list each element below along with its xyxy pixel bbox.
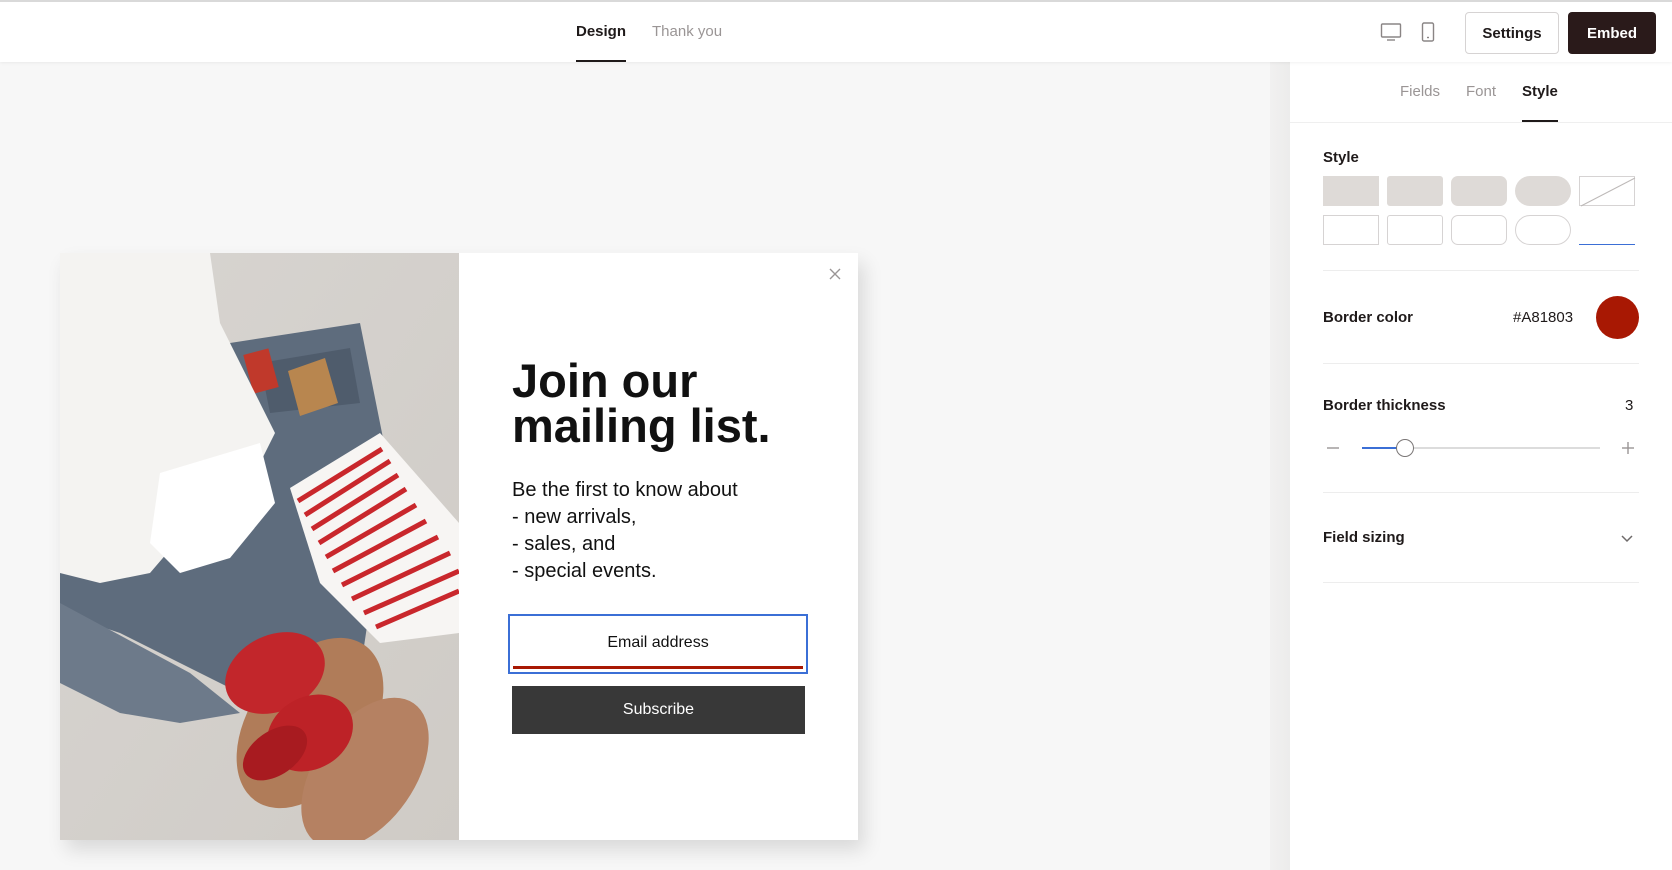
- body-line: - special events.: [512, 560, 657, 582]
- tab-style[interactable]: Style: [1522, 62, 1558, 122]
- close-icon[interactable]: [828, 267, 842, 281]
- style-option-outline-square[interactable]: [1323, 215, 1379, 245]
- style-option-filled-round[interactable]: [1451, 176, 1507, 206]
- panel-tabs: Fields Font Style: [1400, 62, 1558, 122]
- none-slash-icon: [1580, 177, 1636, 207]
- popup-content: Join our mailing list. Be the first to k…: [459, 253, 858, 840]
- border-thickness-value: 3: [1625, 397, 1634, 414]
- slider-thumb[interactable]: [1396, 439, 1414, 457]
- body-line: - new arrivals,: [512, 506, 637, 528]
- canvas-edge: [1270, 62, 1290, 870]
- style-option-outline-round[interactable]: [1451, 215, 1507, 245]
- style-option-filled-slight-round[interactable]: [1387, 176, 1443, 206]
- border-color-swatch[interactable]: [1596, 296, 1639, 339]
- body-line: Be the first to know about: [512, 479, 738, 501]
- embed-button[interactable]: Embed: [1568, 12, 1656, 54]
- field-sizing-label[interactable]: Field sizing: [1323, 529, 1405, 546]
- style-option-filled-pill[interactable]: [1515, 176, 1571, 206]
- headline-line-1: Join our: [512, 354, 698, 407]
- style-option-filled-square[interactable]: [1323, 176, 1379, 206]
- plus-icon[interactable]: [1621, 441, 1635, 460]
- chevron-down-icon[interactable]: [1620, 531, 1634, 550]
- tab-font[interactable]: Font: [1466, 62, 1496, 122]
- headline-line-2: mailing list.: [512, 399, 771, 452]
- style-section-label: Style: [1323, 149, 1359, 166]
- device-preview-toggle: [1380, 22, 1436, 47]
- popup-headline: Join our mailing list.: [512, 354, 771, 452]
- tab-design[interactable]: Design: [576, 2, 627, 62]
- border-color-hex: #A81803: [1513, 309, 1574, 326]
- top-bar: Design Thank you Settings Embed: [0, 0, 1672, 62]
- section-divider: [1323, 582, 1639, 583]
- mobile-icon[interactable]: [1420, 22, 1436, 47]
- email-placeholder: Email address: [513, 619, 803, 669]
- style-option-outline-pill[interactable]: [1515, 215, 1571, 245]
- flatlay-clothing-image: [60, 253, 459, 840]
- border-color-label: Border color: [1323, 309, 1414, 326]
- panel-tabs-divider: [1290, 122, 1672, 123]
- tab-fields[interactable]: Fields: [1400, 62, 1440, 122]
- style-option-underline[interactable]: [1579, 215, 1635, 245]
- style-option-none[interactable]: [1579, 176, 1636, 207]
- desktop-icon[interactable]: [1380, 22, 1402, 47]
- border-thickness-label: Border thickness: [1323, 397, 1446, 414]
- popup-body-text: Be the first to know about - new arrival…: [512, 477, 738, 585]
- body-line: - sales, and: [512, 533, 616, 555]
- tab-thank-you[interactable]: Thank you: [652, 2, 722, 62]
- subscribe-button[interactable]: Subscribe: [512, 686, 805, 734]
- border-thickness-slider[interactable]: [1362, 439, 1600, 457]
- popup-photo: [60, 253, 459, 840]
- settings-button[interactable]: Settings: [1465, 12, 1559, 54]
- section-divider: [1323, 492, 1639, 493]
- newsletter-popup: Join our mailing list. Be the first to k…: [60, 253, 858, 840]
- style-option-outline-slight-round[interactable]: [1387, 215, 1443, 245]
- editor-tabs: Design Thank you: [576, 2, 722, 62]
- style-panel: Fields Font Style Style Border color #A8…: [1290, 62, 1672, 870]
- section-divider: [1323, 270, 1639, 271]
- section-divider: [1323, 363, 1639, 364]
- email-field[interactable]: Email address: [508, 614, 808, 674]
- minus-icon[interactable]: [1326, 441, 1340, 460]
